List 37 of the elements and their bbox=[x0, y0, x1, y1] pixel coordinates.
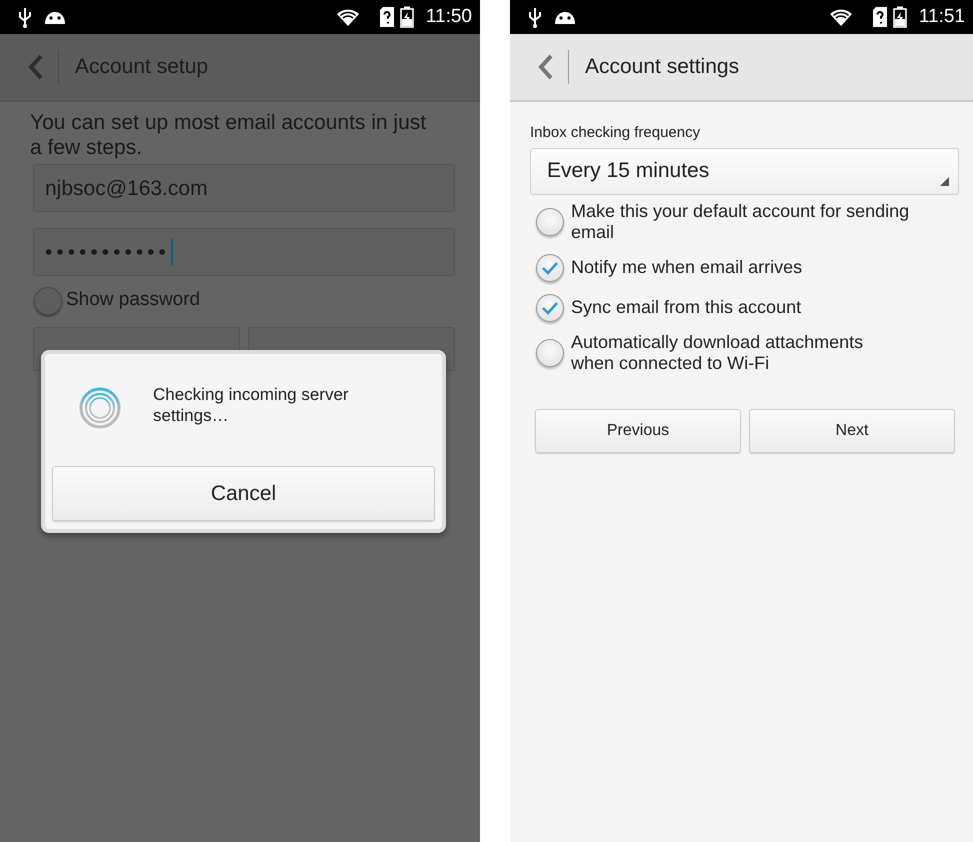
screen-title: Account setup bbox=[75, 54, 208, 80]
wifi-icon bbox=[336, 7, 360, 27]
battery-charging-icon bbox=[400, 6, 414, 28]
spinner-icon bbox=[78, 386, 122, 430]
previous-button[interactable]: Previous bbox=[535, 408, 741, 453]
checkbox-label: Notify me when email arrives bbox=[571, 256, 804, 278]
frequency-dropdown[interactable]: Every 15 minutes bbox=[530, 148, 959, 194]
check-icon bbox=[541, 300, 559, 315]
field-label: Inbox checking frequency bbox=[530, 123, 702, 143]
clock-time: 11:50 bbox=[426, 4, 472, 29]
check-icon bbox=[541, 260, 559, 275]
android-icon bbox=[44, 9, 66, 25]
wifi-icon bbox=[828, 7, 853, 27]
intro-text: You can set up most email accounts in just a few steps. bbox=[30, 110, 428, 160]
android-icon bbox=[554, 9, 576, 25]
checkbox[interactable] bbox=[34, 286, 62, 315]
usb-icon bbox=[18, 6, 32, 28]
checkbox[interactable] bbox=[536, 339, 564, 368]
back-icon bbox=[28, 54, 44, 80]
sim-icon bbox=[380, 7, 394, 27]
dialog-message: Checking incoming server settings… bbox=[153, 384, 350, 426]
battery-charging-icon bbox=[892, 6, 907, 28]
screen-title: Account settings bbox=[585, 54, 740, 80]
back-icon bbox=[538, 54, 554, 80]
clock-time: 11:51 bbox=[918, 4, 965, 29]
usb-icon bbox=[528, 6, 542, 28]
sim-icon bbox=[872, 7, 887, 27]
next-button[interactable]: Next bbox=[749, 408, 955, 453]
cancel-button[interactable]: Cancel bbox=[52, 466, 435, 521]
checkbox-label: Make this your default account for sending email bbox=[571, 200, 910, 244]
dropdown-triangle-icon bbox=[940, 176, 949, 186]
checkbox[interactable] bbox=[536, 254, 564, 282]
checkbox[interactable] bbox=[536, 208, 564, 236]
checkbox-label: Show password bbox=[66, 288, 200, 312]
checkbox-label: Sync email from this account bbox=[571, 296, 802, 318]
checkbox[interactable] bbox=[536, 294, 564, 322]
checkbox-label: Automatically download attachments when connected to Wi-Fi bbox=[571, 332, 864, 375]
